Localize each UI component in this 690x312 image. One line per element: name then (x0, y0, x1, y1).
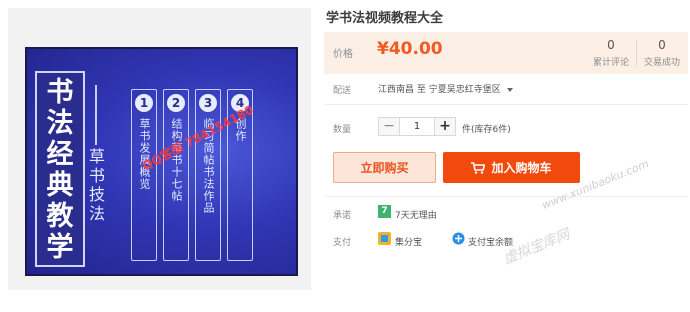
add-to-cart-button[interactable]: 加入购物车 (443, 152, 580, 183)
quantity-increase-button[interactable]: + (434, 117, 456, 136)
product-image[interactable]: 书 法 经 典 教 学 草 书 技 法 1 草书发展概览 2 结构草书十七帖 3… (25, 47, 298, 276)
chapter-number: 1 (135, 94, 153, 112)
subtitle-char: 技 (89, 185, 106, 204)
seven-day-return-icon: 7 (378, 205, 391, 218)
book-title-box: 书 法 经 典 教 学 (35, 71, 85, 267)
divider (324, 196, 688, 197)
divider (324, 104, 688, 105)
book-title-char: 书 (46, 77, 74, 108)
add-to-cart-label: 加入购物车 (491, 161, 552, 175)
book-title-char: 经 (46, 139, 74, 170)
subtitle-char: 草 (89, 147, 106, 166)
payment-method-alipay[interactable]: 支付宝余额 (468, 235, 513, 248)
price-label: 价格 (333, 49, 353, 60)
alipay-icon (452, 232, 465, 245)
product-title: 学书法视频教程大全 (326, 11, 444, 26)
deals-count: 0 (658, 38, 666, 52)
deals-label: 交易成功 (643, 58, 680, 68)
chapter-number: 2 (167, 94, 185, 112)
book-title-char: 教 (46, 201, 74, 232)
shipping-destination: 宁夏吴忠红寺堡区 (428, 85, 501, 95)
chapter-item: 2 结构草书十七帖 (163, 89, 189, 261)
shipping-label: 配送 (333, 86, 352, 96)
reviews-stat[interactable]: 0 累计评论 (586, 38, 636, 68)
subtitle-divider (95, 85, 97, 145)
chapter-item: 1 草书发展概览 (131, 89, 157, 261)
book-subtitle: 草 书 技 法 (89, 147, 105, 223)
chevron-down-icon (506, 87, 513, 92)
reviews-count: 0 (607, 38, 615, 52)
price-value: ¥40.00 (377, 39, 443, 59)
shipping-from: 江西南昌 (378, 85, 415, 95)
promise-label: 承诺 (333, 211, 352, 221)
reviews-label: 累计评论 (592, 58, 629, 68)
subtitle-char: 书 (89, 166, 106, 185)
chapter-item: 3 临习简帖书法作品 (195, 89, 221, 261)
book-title-char: 学 (46, 232, 74, 263)
buy-now-button[interactable]: 立即购买 (333, 152, 436, 183)
deals-stat: 0 交易成功 (637, 38, 687, 68)
book-title-char: 典 (46, 170, 74, 201)
shipping-to-word: 至 (416, 85, 426, 95)
payment-method-jifenbao[interactable]: 集分宝 (395, 235, 422, 248)
subtitle-char: 法 (89, 204, 106, 223)
jifenbao-icon (378, 232, 391, 245)
payment-label: 支付 (333, 238, 352, 248)
book-title: 书 法 经 典 教 学 (37, 77, 83, 263)
book-title-char: 法 (46, 108, 74, 139)
chapter-number: 3 (199, 94, 217, 112)
quantity-decrease-button[interactable]: − (378, 117, 400, 136)
promise-text[interactable]: 7天无理由 (395, 208, 437, 221)
price-panel: 价格 ¥40.00 0 累计评论 0 交易成功 (324, 32, 688, 74)
product-image-panel: 书 法 经 典 教 学 草 书 技 法 1 草书发展概览 2 结构草书十七帖 3… (8, 8, 311, 290)
quantity-label: 数量 (333, 125, 352, 135)
shipping-destination-select[interactable]: 江西南昌 至 宁夏吴忠红寺堡区 (378, 82, 513, 95)
cart-icon (471, 161, 486, 174)
quantity-input[interactable]: 1 (400, 117, 434, 136)
stock-text: 件(库存6件) (462, 125, 511, 135)
site-watermark-cn: 虚拟宝库网 (501, 226, 573, 268)
